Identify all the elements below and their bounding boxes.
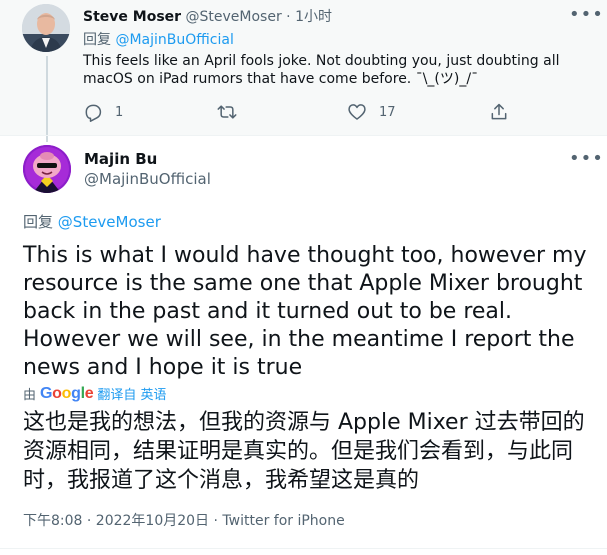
author-handle[interactable]: @MajinBuOfficial [84,170,211,188]
tweet-text: This feels like an April fools joke. Not… [83,53,560,87]
tweet-divider [0,135,607,136]
more-icon: ••• [569,4,604,25]
avatar-image [22,4,70,52]
reply-prefix: 回复 [23,213,54,231]
reply-button[interactable]: 1 [83,102,123,122]
reply-mention-link[interactable]: @MajinBuOfficial [115,32,233,48]
avatar-image [23,145,71,193]
google-logo: Google [40,384,94,402]
tweet-time[interactable]: 1小时 [295,9,332,25]
reply-prefix: 回复 [83,32,111,48]
more-options-button[interactable]: ••• [569,4,604,25]
reply-context: 回复 @SteveMoser [23,211,161,232]
more-options-button[interactable]: ••• [569,148,604,169]
translation-attribution: 由 Google 翻译自 英语 [23,384,167,404]
parent-header: Steve Moser @SteveMoser · 1小时 [83,6,332,26]
translate-source-link[interactable]: 翻译自 英语 [97,384,166,403]
share-icon [491,103,507,120]
heart-icon [348,104,366,120]
reply-mention-link[interactable]: @SteveMoser [58,213,161,231]
share-button[interactable] [489,102,509,122]
author-name[interactable]: Majin Bu [84,150,157,168]
tweet-metadata[interactable]: 下午8:08 · 2022年10月20日 · Twitter for iPhon… [23,510,345,530]
more-icon: ••• [569,148,604,169]
avatar[interactable] [22,4,70,52]
tweet-text: This is what I would have thought too, h… [23,243,587,380]
translate-by-label: 由 [23,388,37,403]
like-button[interactable]: 17 [347,102,396,122]
translated-text: 这也是我的想法，但我的资源与 Apple Mixer 过去带回的资源相同，结果证… [23,410,585,493]
bottom-divider [0,548,607,549]
author-handle[interactable]: @SteveMoser [186,9,282,25]
reply-icon [85,104,102,122]
like-count: 17 [379,104,396,120]
reply-context: 回复 @MajinBuOfficial [83,29,234,49]
thread-connector-line [46,56,48,142]
separator-dot: · [286,9,291,25]
reply-count: 1 [115,104,124,120]
tweet-actions: 1 17 [83,102,523,124]
author-name[interactable]: Steve Moser [83,9,181,25]
retweet-button[interactable] [217,102,249,122]
retweet-icon [217,105,237,119]
avatar[interactable] [23,145,71,193]
